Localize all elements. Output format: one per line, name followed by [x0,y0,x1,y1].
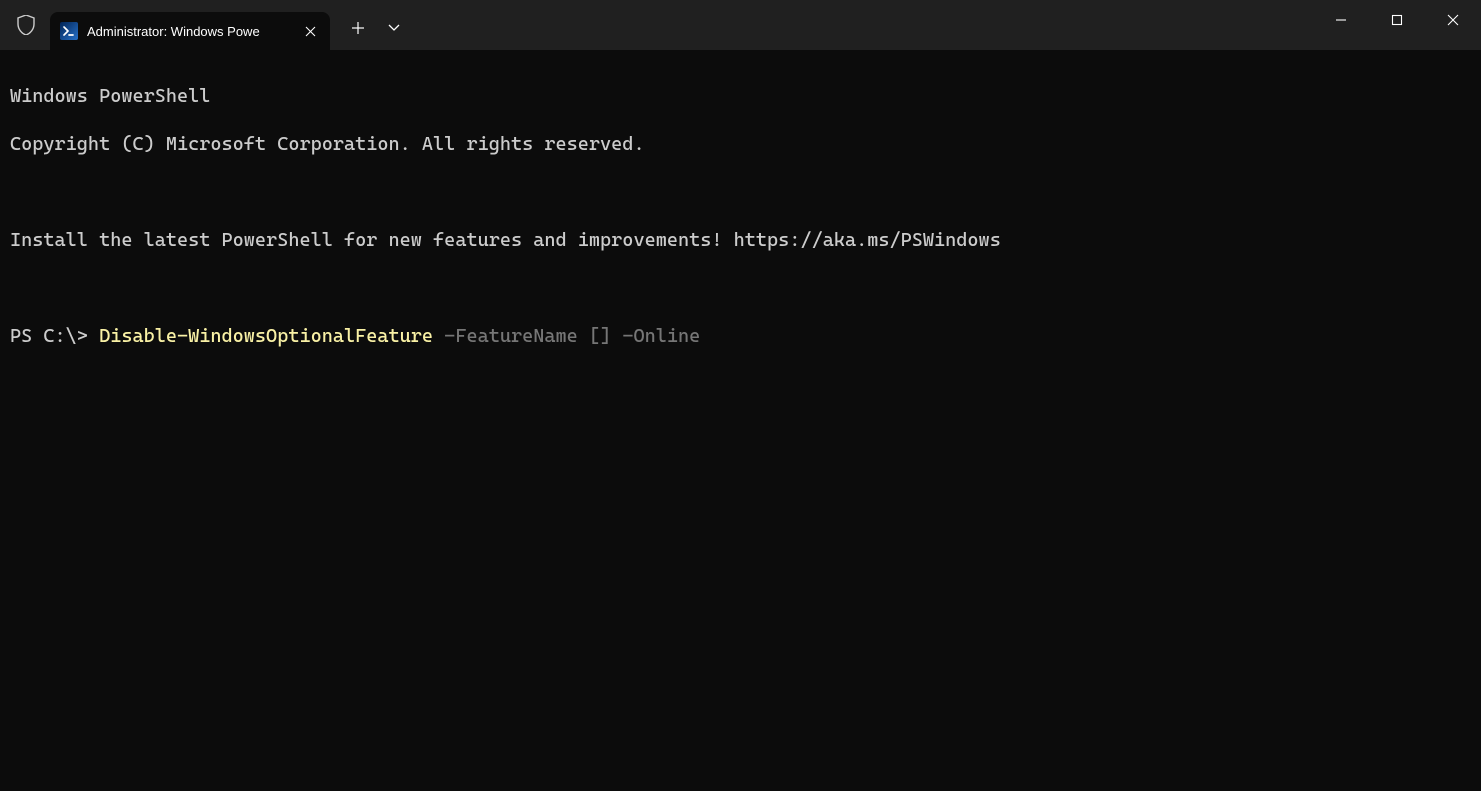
powershell-icon [60,22,78,40]
command-name: Disable-WindowsOptionalFeature [99,325,433,347]
terminal-line: Install the latest PowerShell for new fe… [10,228,1471,252]
terminal-line: Copyright (C) Microsoft Corporation. All… [10,132,1471,156]
tab-close-button[interactable] [300,21,320,41]
command-arg: -Online [622,325,700,347]
close-button[interactable] [1425,0,1481,40]
terminal-prompt-line: PS C:\> Disable-WindowsOptionalFeature -… [10,324,1471,348]
terminal-content[interactable]: Windows PowerShell Copyright (C) Microso… [0,50,1481,382]
prompt-text: PS C:\> [10,325,99,347]
maximize-button[interactable] [1369,0,1425,40]
terminal-line [10,276,1471,300]
terminal-line [10,180,1471,204]
tab-title: Administrator: Windows Powe [87,24,294,39]
window-controls [1313,0,1481,50]
new-tab-button[interactable] [340,10,376,46]
minimize-button[interactable] [1313,0,1369,40]
titlebar-left: Administrator: Windows Powe [0,0,412,50]
tab-dropdown-button[interactable] [376,10,412,46]
command-arg: -FeatureName [] [433,325,622,347]
tab-active[interactable]: Administrator: Windows Powe [50,12,330,50]
admin-shield-icon [2,0,50,50]
titlebar: Administrator: Windows Powe [0,0,1481,50]
terminal-line: Windows PowerShell [10,84,1471,108]
